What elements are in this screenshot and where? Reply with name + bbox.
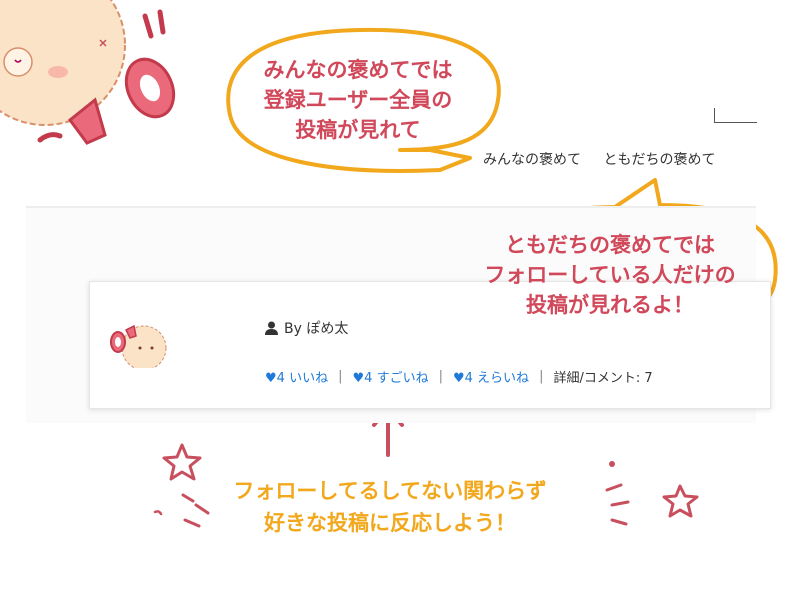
nav-item-everyone-praise[interactable]: みんなの褒めて [483, 152, 581, 168]
top-bubble-line-3: 投稿が見れて [295, 118, 421, 142]
reaction-bar: ♥4 いいね | ♥4 すごいね | ♥4 えらいね | 詳細/コメント: 7 [265, 367, 653, 386]
reaction-sugoine[interactable]: ♥4 すごいね [352, 367, 428, 386]
avatar[interactable] [108, 318, 168, 368]
user-icon [265, 321, 278, 335]
right-sparkles [605, 461, 699, 526]
author-name: By ぽめ太 [284, 321, 349, 337]
right-bubble-text: ともだちの褒めてでは フォローしている人だけの 投稿が見れるよ！ [455, 230, 765, 320]
reaction-eraine[interactable]: ♥4 えらいね [453, 367, 529, 386]
reaction-label: えらいね [477, 371, 530, 386]
nav-item-friends-praise[interactable]: ともだちの褒めて [603, 152, 715, 168]
right-bubble-line-1: ともだちの褒めてでは [505, 233, 715, 257]
reaction-count: ♥4 [265, 371, 285, 386]
bottom-message-line-2: 好きな投稿に反応しよう！ [264, 511, 516, 535]
separator: | [338, 369, 343, 384]
separator: | [438, 369, 443, 384]
right-bubble-line-3: 投稿が見れるよ！ [526, 293, 694, 317]
reaction-count: ♥4 [352, 371, 373, 386]
separator: | [539, 369, 544, 384]
top-bubble-line-2: 登録ユーザー全員の [263, 88, 453, 112]
top-bubble-line-1: みんなの褒めてでは [263, 58, 453, 82]
reaction-count: ♥4 [452, 371, 473, 386]
pom-mascot-illustration [0, 0, 126, 126]
top-bubble-text: みんなの褒めてでは 登録ユーザー全員の 投稿が見れて [238, 55, 478, 145]
bottom-message: フォローしてるしてない関わらず 好きな投稿に反応しよう！ [180, 475, 600, 539]
bottom-message-line-1: フォローしてるしてない関わらず [233, 479, 547, 503]
post-author: By ぽめ太 [265, 318, 348, 338]
reaction-label: すごいね [376, 371, 429, 386]
reaction-iine[interactable]: ♥4 いいね [265, 367, 328, 386]
detail-comment-link[interactable]: 詳細/コメント: 7 [553, 367, 652, 386]
window-corner-mark [714, 108, 757, 123]
right-bubble-line-2: フォローしている人だけの [484, 263, 736, 287]
top-nav: みんなの褒めて ともだちの褒めて [483, 149, 733, 169]
reaction-label: いいね [289, 371, 329, 386]
